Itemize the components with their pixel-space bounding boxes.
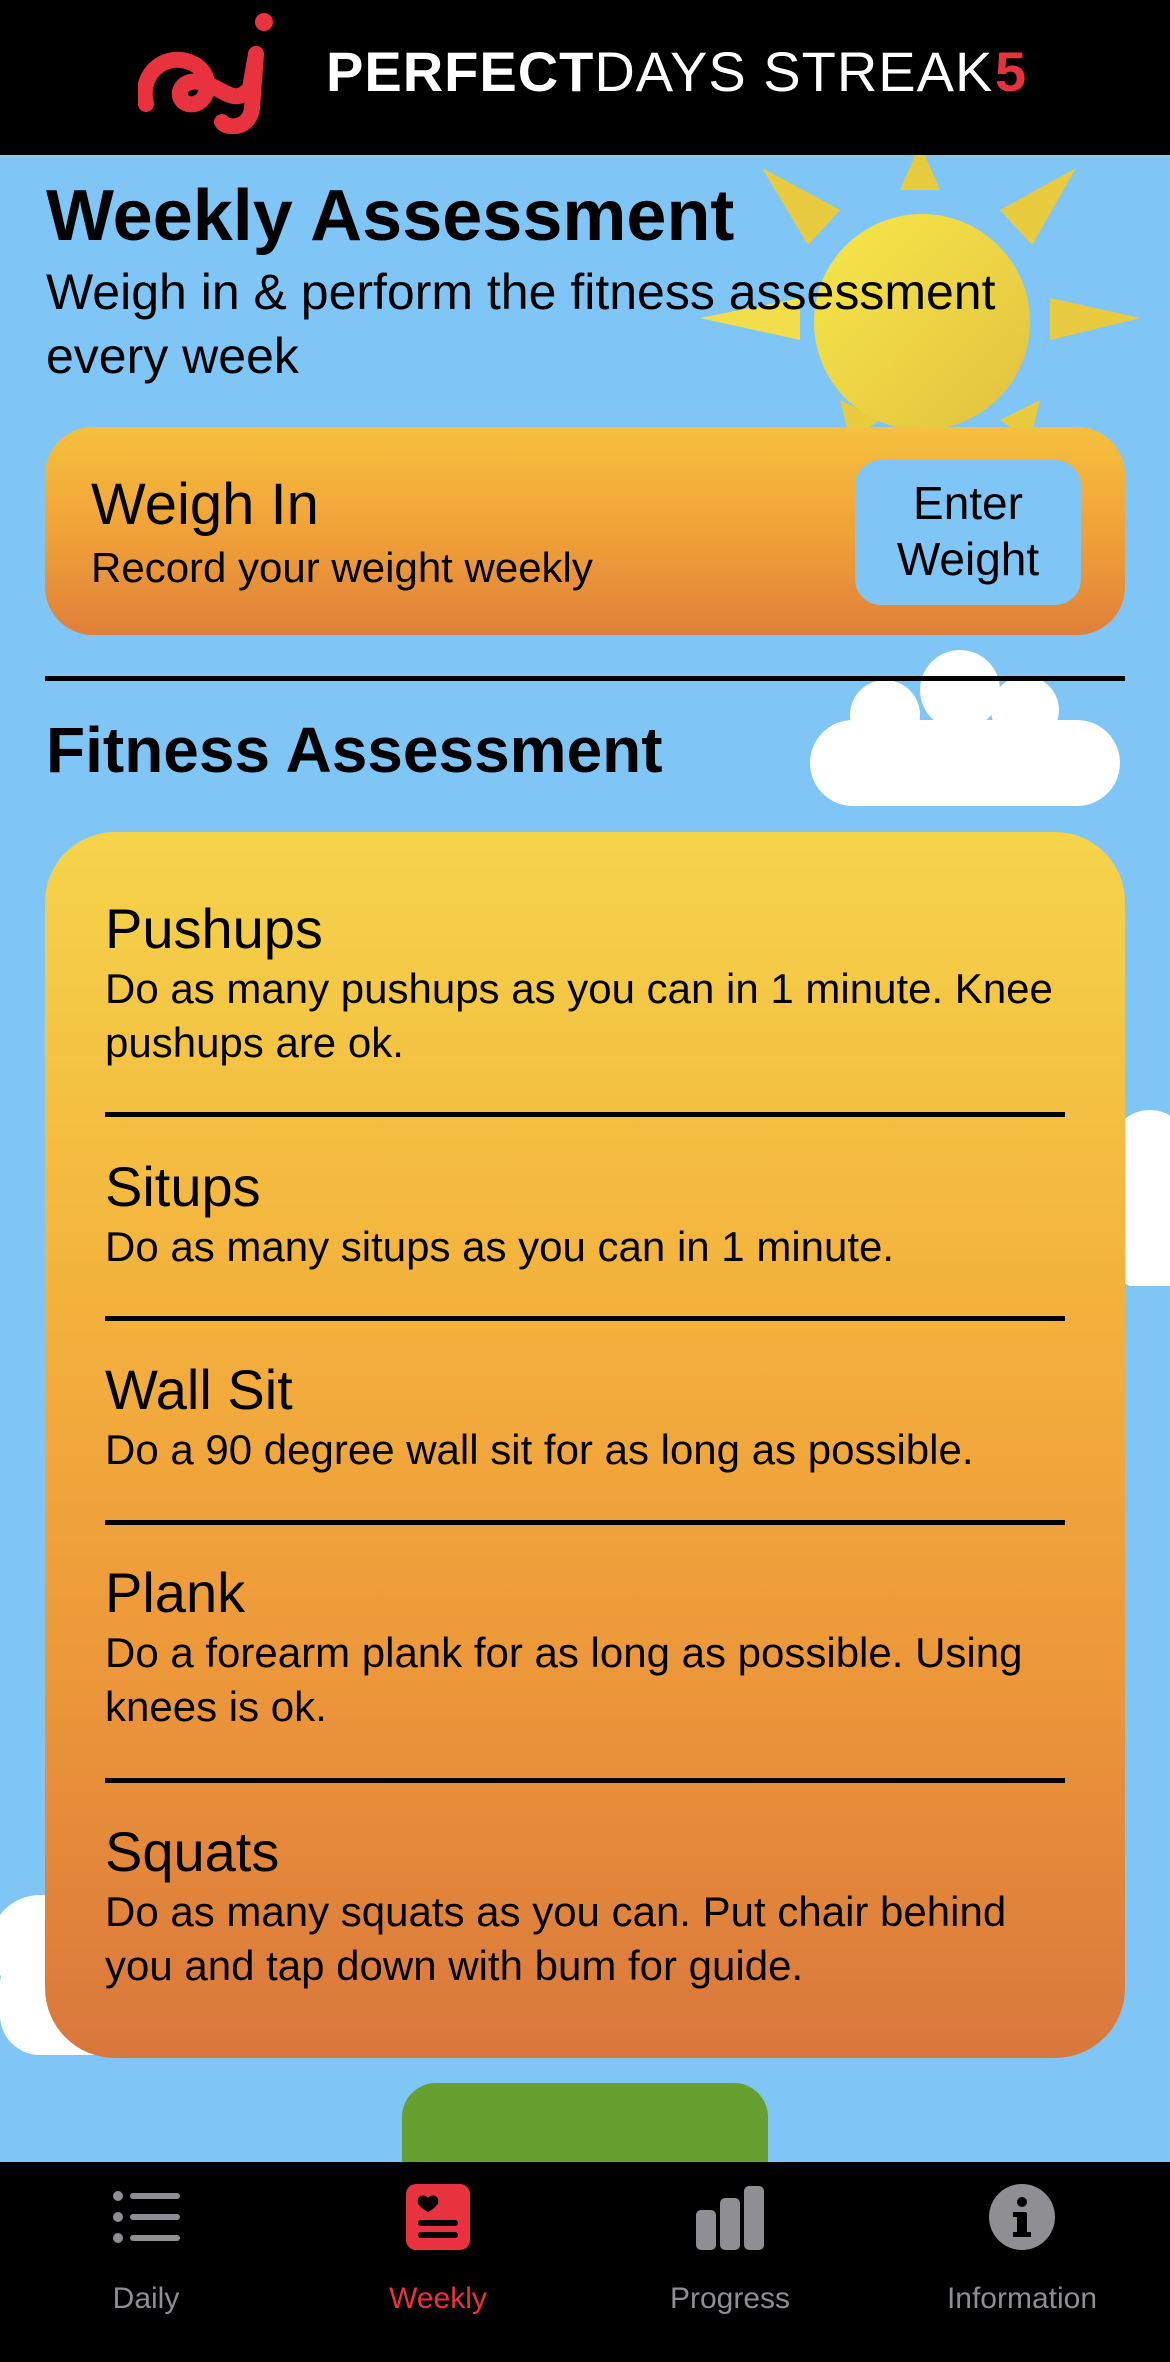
fitness-assessment-card: Pushups Do as many pushups as you can in… [45,832,1125,2058]
bottom-tab-bar: Daily Weekly Progress Information [0,2162,1170,2362]
tab-label: Information [946,2282,1098,2315]
exercise-description: Do as many pushups as you can in 1 minut… [105,965,1053,1066]
page-subtitle: Weigh in & perform the fitness assessmen… [46,264,996,384]
weigh-in-title: Weigh In [91,472,319,537]
tab-label: Progress [669,2282,791,2315]
exercise-name: Plank [105,1561,246,1624]
app-brand: PERFECTDAYS STREAK [326,40,993,104]
exercise-name: Pushups [105,897,323,960]
enter-weight-button[interactable]: Enter Weight [855,460,1081,605]
section-divider [45,676,1125,681]
exercise-item-plank: Plank Do a forearm plank for as long as … [105,1560,1065,1734]
info-icon [989,2184,1055,2250]
fitness-section-title: Fitness Assessment [46,714,663,786]
exercise-name: Situps [105,1155,261,1218]
exercise-divider [105,1112,1065,1117]
exercise-divider [105,1778,1065,1783]
exercise-description: Do a 90 degree wall sit for as long as p… [105,1426,974,1473]
tab-daily[interactable]: Daily [0,2162,292,2362]
weigh-in-subtitle: Record your weight weekly [91,544,593,591]
exercise-description: Do a forearm plank for as long as possib… [105,1629,1023,1730]
exercise-item-situps: Situps Do as many situps as you can in 1… [105,1154,1065,1274]
tab-label: Daily [112,2282,180,2315]
cloud-decoration [810,650,1120,806]
start-assessment-button[interactable] [402,2083,768,2163]
streak-label: STREAK [763,40,994,103]
exercise-description: Do as many situps as you can in 1 minute… [105,1223,895,1270]
exercise-description: Do as many squats as you can. Put chair … [105,1888,1007,1989]
exercise-item-wall-sit: Wall Sit Do a 90 degree wall sit for as … [105,1357,1065,1477]
exercise-divider [105,1316,1065,1321]
brand-bold: PERFECT [326,40,595,103]
exercise-item-pushups: Pushups Do as many pushups as you can in… [105,896,1065,1070]
app-logo [138,13,273,134]
exercise-name: Squats [105,1820,280,1883]
bar-chart-icon [696,2186,764,2250]
tab-weekly[interactable]: Weekly [292,2162,584,2362]
weigh-in-card: Weigh In Record your weight weekly Enter… [45,427,1125,635]
exercise-item-squats: Squats Do as many squats as you can. Put… [105,1819,1065,1993]
page-title: Weekly Assessment [46,176,735,256]
tab-label: Weekly [389,2282,487,2315]
app-header: PERFECTDAYS STREAK 5 [0,0,1170,155]
tab-information[interactable]: Information [876,2162,1168,2362]
exercise-divider [105,1520,1065,1525]
exercise-name: Wall Sit [105,1358,293,1421]
streak-count: 5 [995,40,1027,103]
heart-calendar-icon [406,2184,470,2250]
tab-progress[interactable]: Progress [584,2162,876,2362]
list-icon [113,2191,180,2243]
brand-rest: DAYS [594,40,747,103]
